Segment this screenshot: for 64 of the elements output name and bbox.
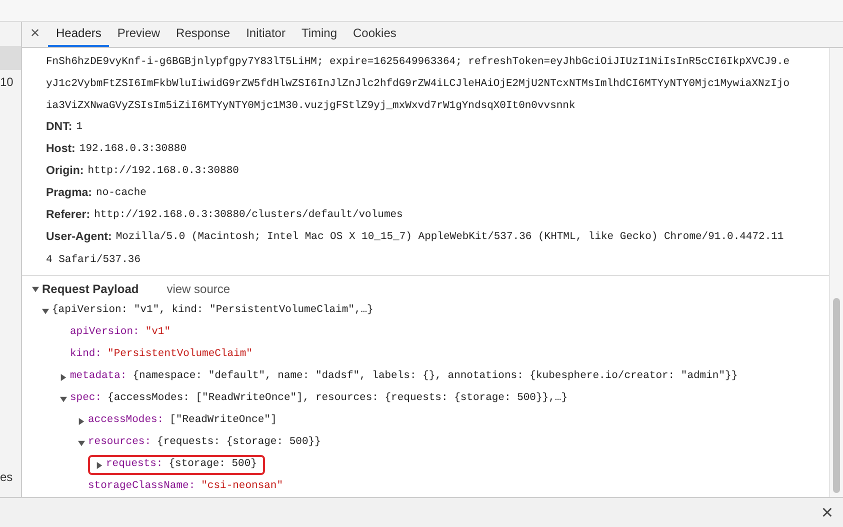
property-value: "csi-neonsan" (201, 479, 284, 494)
property-value: {requests: {storage: 500}} (157, 435, 321, 450)
view-source-link[interactable]: view source (166, 280, 230, 298)
property-value: {storage: 500} (168, 457, 257, 472)
tree-row[interactable]: metadata: {namespace: "default", name: "dadsf", labels: {}, annotations: {kubesphere.io/creator: "admin"}} (60, 367, 738, 387)
header-value-line: ia3ViZXNwaGVyZSIsIm5iZiI6MTYyNTY0Mjc1M30.vuzjgFStlZ9yj_mxWxvd7rW1gYndsqX0It0n0vvsnnk (46, 99, 576, 114)
header-name: Origin: (46, 164, 84, 180)
property-value: "PersistentVolumeClaim" (108, 347, 252, 362)
scrollbar-thumb[interactable] (833, 298, 840, 493)
header-value: 1 (76, 120, 83, 136)
property-value: ["ReadWriteOnce"] (170, 413, 277, 428)
tab[interactable]: Headers (48, 21, 110, 47)
property-key: requests: (106, 457, 163, 473)
caret-down-icon[interactable] (32, 286, 39, 292)
header-name: Host: (46, 142, 76, 158)
caret-down-icon[interactable] (78, 440, 85, 446)
header-value: no-cache (96, 186, 146, 202)
caret-down-icon[interactable] (42, 308, 49, 314)
row-fragment-text: es (0, 469, 14, 486)
property-key: spec: (70, 391, 102, 407)
row-fragment-text: 10 (0, 74, 14, 91)
header-name: DNT: (46, 120, 72, 136)
header-name: Referer: (46, 208, 90, 224)
property-key: metadata: (70, 369, 127, 385)
caret-down-icon[interactable] (60, 396, 67, 402)
header-value: Mozilla/5.0 (Macintosh; Intel Mac OS X 10_15_7) AppleWebKit/537.36 (KHTML, like Gecko) Chrome/91.0.4472.11 (116, 230, 784, 246)
header-name: User-Agent: (46, 230, 112, 246)
header-name: Pragma: (46, 186, 92, 202)
header-value-line: FnSh6hzDE9vyKnf-i-g6BGBjnlypfgpy7Y83lT5LiHM; expire=1625649963364; refreshToken=eyJhbGciOiJIUzI1NiIsInR5cCI6IkpXVCJ9.e (46, 55, 791, 70)
caret-right-icon[interactable] (96, 462, 103, 468)
header-value: 192.168.0.3:30880 (79, 142, 187, 158)
property-key: kind: (70, 347, 102, 363)
selected-row-highlight (0, 46, 21, 70)
tree-row[interactable]: storageClassName: "csi-neonsan" (78, 477, 284, 497)
property-key: apiVersion: (70, 325, 140, 341)
header-value: http://192.168.0.3:30880 (88, 164, 239, 180)
property-value: {accessModes: ["ReadWriteOnce"], resources: {requests: {storage: 500}},…} (108, 391, 568, 406)
scrollbar[interactable] (829, 48, 843, 497)
tree-row[interactable]: spec: {accessModes: ["ReadWriteOnce"], resources: {requests: {storage: 500}},…} (60, 389, 568, 409)
caret-right-icon[interactable] (60, 374, 67, 380)
tree-row[interactable]: apiVersion: "v1" (60, 323, 171, 343)
tab[interactable]: Response (168, 21, 238, 47)
tree-row[interactable]: {apiVersion: "v1", kind: "PersistentVolumeClaim",…} (42, 301, 374, 321)
property-value: "v1" (145, 325, 171, 340)
header-value: http://192.168.0.3:30880/clusters/default/volumes (94, 208, 403, 224)
tab[interactable]: Preview (109, 21, 168, 47)
tree-row[interactable]: requests: {storage: 500} (88, 455, 265, 475)
tree-row[interactable]: resources: {requests: {storage: 500}} (78, 433, 321, 453)
close-button[interactable]: × (821, 502, 833, 522)
object-summary: {apiVersion: "v1", kind: "PersistentVolumeClaim",…} (52, 303, 374, 318)
tab[interactable]: Timing (293, 21, 346, 47)
caret-right-icon[interactable] (78, 418, 85, 424)
close-button[interactable]: × (22, 21, 48, 47)
property-key: resources: (88, 435, 152, 451)
header-value-line: 4 Safari/537.36 (46, 253, 142, 268)
property-key: storageClassName: (88, 479, 196, 495)
tree-row[interactable]: accessModes: ["ReadWriteOnce"] (78, 411, 277, 431)
section-toggle[interactable]: Request Payload (32, 280, 139, 298)
tree-row[interactable]: kind: "PersistentVolumeClaim" (60, 345, 252, 365)
tab[interactable]: Cookies (345, 21, 404, 47)
property-key: accessModes: (88, 413, 164, 429)
header-value-line: yJ1c2VybmFtZSI6ImFkbWluIiwidG9rZW5fdHlwZSI6InJlZnJlc2hfdG9rZW4iLCJleHAiOjE2MjU2NTcxNTMsImlhdCI6MTYyNTY0Mjc1MywiaXNzIjo (46, 77, 791, 92)
tab[interactable]: Initiator (238, 21, 294, 47)
property-value: {namespace: "default", name: "dadsf", labels: {}, annotations: {kubesphere.io/creator: "admin"}} (132, 369, 738, 384)
